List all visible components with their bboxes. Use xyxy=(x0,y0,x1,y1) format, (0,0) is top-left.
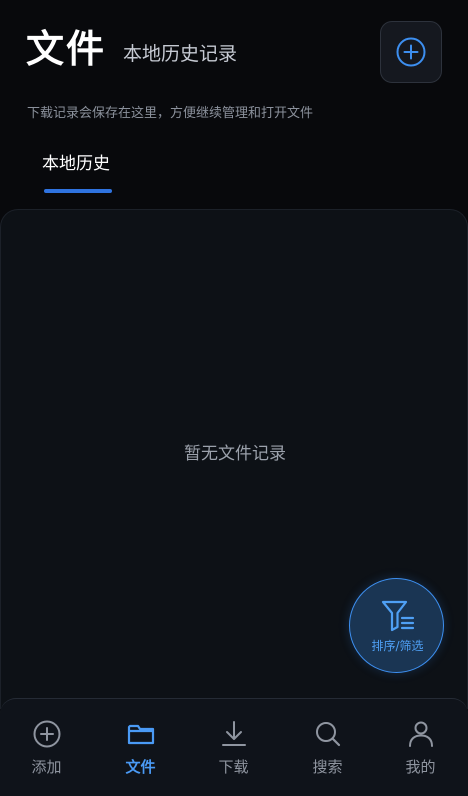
page-subtitle: 本地历史记录 xyxy=(123,43,238,65)
empty-state-text: 暂无文件记录 xyxy=(184,444,286,464)
nav-label: 我的 xyxy=(405,758,436,776)
tab-label: 本地历史 xyxy=(42,154,110,174)
sort-filter-label: 排序/筛选 xyxy=(371,639,424,653)
plus-circle-icon xyxy=(395,36,427,68)
search-icon xyxy=(313,719,343,749)
files-page: 文件 本地历史记录 下载记录会保存在这里，方便继续管理和打开文件 本地历史 暂无… xyxy=(0,0,468,796)
nav-label: 下载 xyxy=(218,758,249,776)
nav-item-files[interactable]: 文件 xyxy=(94,699,187,796)
header: 文件 本地历史记录 下载记录会保存在这里，方便继续管理和打开文件 xyxy=(0,0,468,121)
nav-label: 搜索 xyxy=(312,758,343,776)
sort-filter-button[interactable]: 排序/筛选 xyxy=(349,578,444,673)
tab-active-indicator xyxy=(44,189,112,193)
plus-circle-icon xyxy=(32,719,62,749)
nav-item-download[interactable]: 下载 xyxy=(187,699,280,796)
add-button[interactable] xyxy=(380,21,442,83)
nav-label: 文件 xyxy=(125,758,156,776)
folder-icon xyxy=(126,719,156,749)
download-icon xyxy=(219,719,249,749)
nav-item-add[interactable]: 添加 xyxy=(0,699,93,796)
filter-list-icon xyxy=(379,597,417,635)
nav-label: 添加 xyxy=(31,758,62,776)
page-title: 文件 xyxy=(26,27,107,71)
nav-item-search[interactable]: 搜索 xyxy=(281,699,374,796)
tab-bar: 本地历史 xyxy=(0,140,468,196)
user-icon xyxy=(406,719,436,749)
page-description: 下载记录会保存在这里，方便继续管理和打开文件 xyxy=(27,106,314,121)
nav-item-profile[interactable]: 我的 xyxy=(374,699,467,796)
bottom-nav: 添加 文件 下载 搜索 我的 xyxy=(0,698,468,796)
tab-local-history[interactable]: 本地历史 xyxy=(28,140,128,196)
